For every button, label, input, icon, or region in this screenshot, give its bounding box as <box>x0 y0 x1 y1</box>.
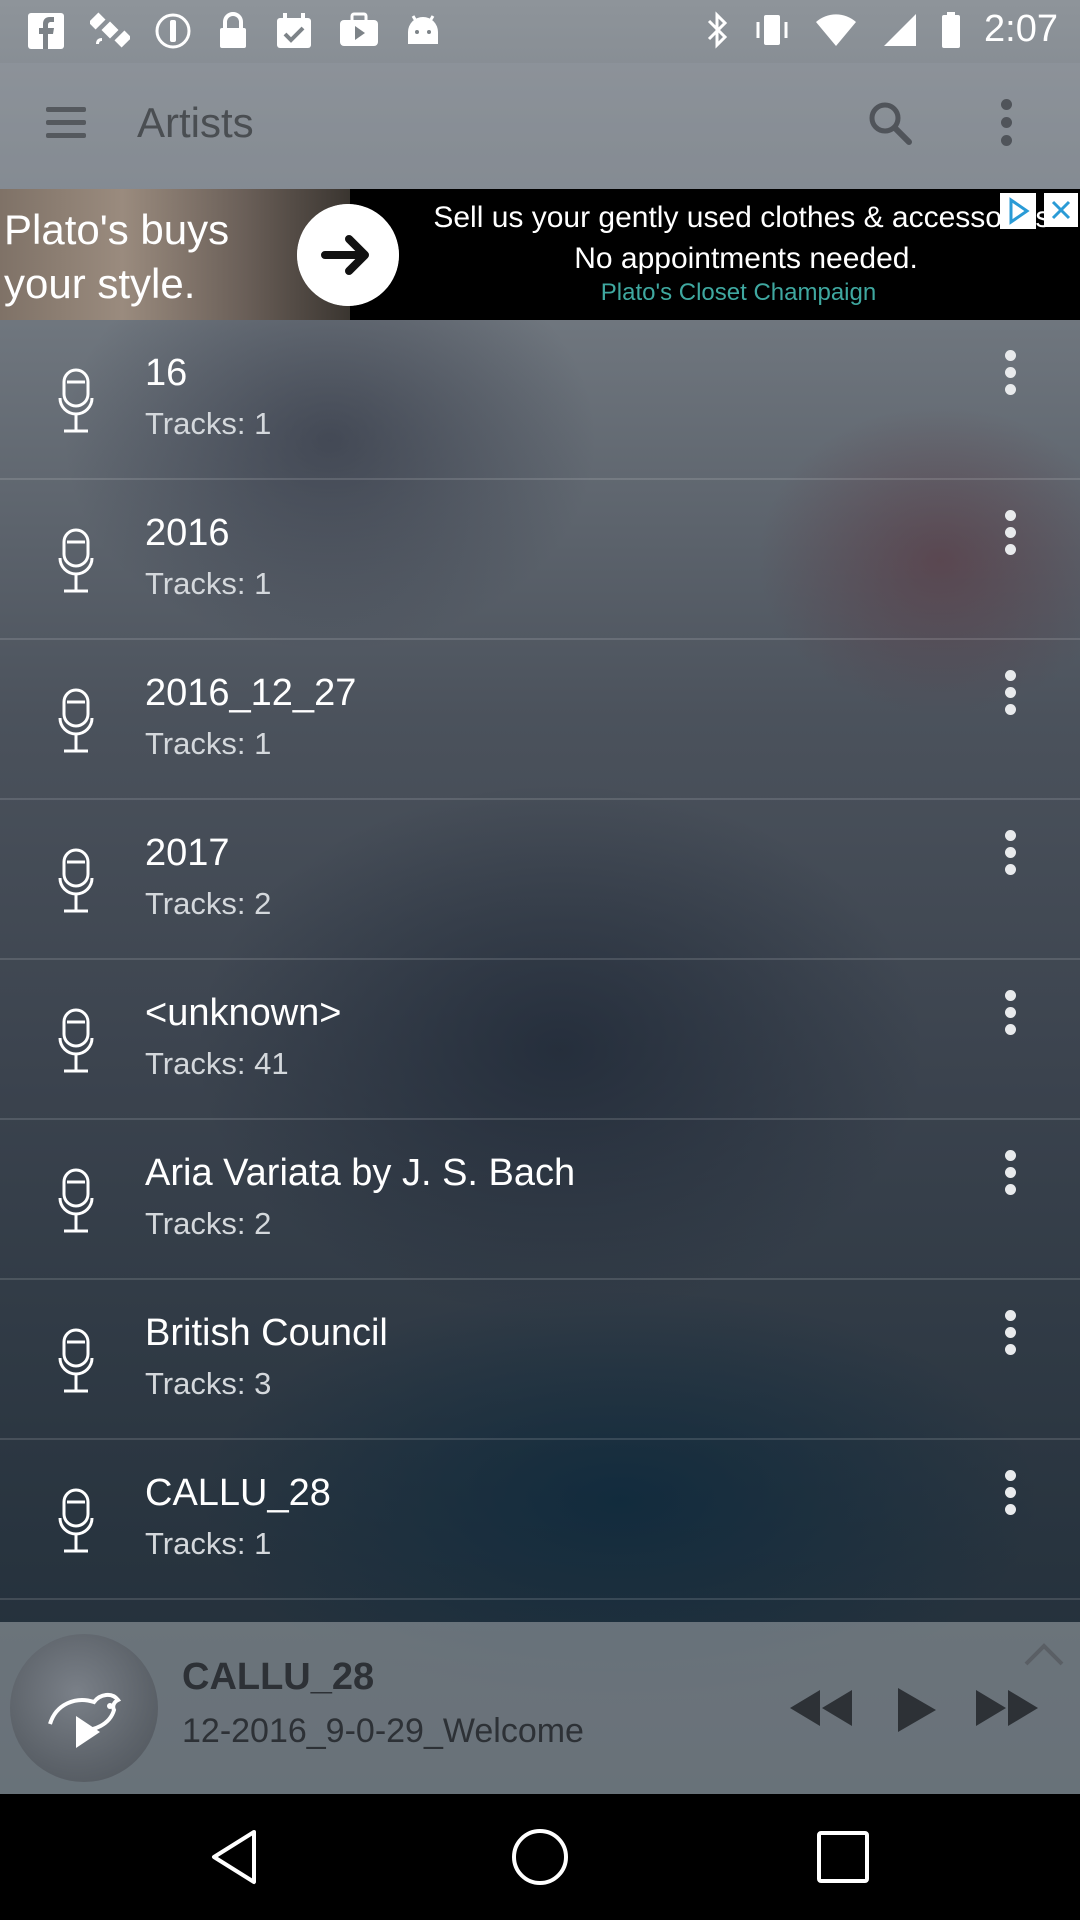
microphone-icon <box>58 848 94 913</box>
list-item[interactable]: British Council Tracks: 3 <box>0 1280 1080 1440</box>
battery-icon <box>942 11 961 48</box>
signal-icon <box>884 13 917 46</box>
item-overflow-icon[interactable] <box>998 830 1022 878</box>
notification-icons <box>26 10 442 52</box>
artist-name: 2016_12_27 <box>145 672 357 714</box>
item-overflow-icon[interactable] <box>998 1310 1022 1358</box>
microphone-icon <box>58 528 94 593</box>
microphone-icon <box>58 1488 94 1553</box>
satellite-icon <box>90 12 130 48</box>
artist-name: <unknown> <box>145 992 342 1034</box>
artist-track-count: Tracks: 2 <box>145 886 272 921</box>
item-overflow-icon[interactable] <box>998 990 1022 1038</box>
microphone-icon <box>58 368 94 433</box>
album-play-icon <box>48 1693 122 1748</box>
list-item[interactable]: <unknown> Tracks: 41 <box>0 960 1080 1120</box>
rewind-icon[interactable] <box>786 1686 856 1730</box>
list-item[interactable]: Aria Variata by J. S. Bach Tracks: 2 <box>0 1120 1080 1280</box>
list-item[interactable]: 16 Tracks: 1 <box>0 320 1080 480</box>
artist-name: 2016 <box>145 512 230 554</box>
bluetooth-icon <box>707 10 728 49</box>
artist-track-count: Tracks: 1 <box>145 566 272 601</box>
now-playing-artist: CALLU_28 <box>182 1656 375 1698</box>
system-icons: 2:07 <box>706 8 1058 51</box>
artist-list: 16 Tracks: 1 2016 Tracks: 1 2016_12_27 T… <box>0 320 1080 1600</box>
chevron-up-icon[interactable] <box>1022 1640 1066 1668</box>
app-screen: 2:07 Artists Plato's buys your style. Se… <box>0 0 1080 1794</box>
artist-name: 2017 <box>145 832 230 874</box>
fast-forward-icon[interactable] <box>972 1686 1042 1730</box>
album-art[interactable] <box>10 1634 158 1782</box>
item-overflow-icon[interactable] <box>998 510 1022 558</box>
artist-name: CALLU_28 <box>145 1472 331 1514</box>
artist-track-count: Tracks: 41 <box>145 1046 289 1081</box>
back-icon[interactable] <box>204 1824 270 1890</box>
status-bar: 2:07 <box>0 0 1080 63</box>
android-icon <box>408 15 438 44</box>
do-not-disturb-icon <box>155 13 191 49</box>
wifi-icon <box>816 13 857 46</box>
home-icon[interactable] <box>507 1824 573 1890</box>
item-overflow-icon[interactable] <box>998 1470 1022 1518</box>
youtube-icon <box>340 12 378 46</box>
play-icon[interactable] <box>894 1686 938 1734</box>
lock-icon <box>220 12 246 48</box>
app-toolbar: Artists <box>0 63 1080 189</box>
ad-source[interactable]: Plato's Closet Champaign <box>426 279 1051 307</box>
now-playing-bar[interactable]: CALLU_28 12-2016_9-0-29_Welcome <box>0 1622 1080 1794</box>
search-icon[interactable] <box>866 99 914 147</box>
list-item[interactable]: 2016 Tracks: 1 <box>0 480 1080 640</box>
microphone-icon <box>58 688 94 753</box>
list-item[interactable]: CALLU_28 Tracks: 1 <box>0 1440 1080 1600</box>
ad-arrow-icon[interactable] <box>297 204 399 306</box>
artist-track-count: Tracks: 3 <box>145 1366 272 1401</box>
item-overflow-icon[interactable] <box>998 350 1022 398</box>
ad-choices-icon[interactable] <box>1000 193 1036 229</box>
vibrate-icon <box>756 14 788 45</box>
artist-name: British Council <box>145 1312 388 1354</box>
ad-body: Sell us your gently used clothes & acces… <box>433 201 1059 275</box>
ad-close-icon[interactable] <box>1044 193 1078 227</box>
microphone-icon <box>58 1168 94 1233</box>
system-nav-bar <box>0 1794 1080 1920</box>
ad-headline: Plato's buys your style. <box>4 206 230 307</box>
microphone-icon <box>58 1008 94 1073</box>
page-title: Artists <box>137 99 254 146</box>
list-item[interactable]: 2017 Tracks: 2 <box>0 800 1080 960</box>
hamburger-menu-icon[interactable] <box>46 107 86 143</box>
ad-banner[interactable]: Plato's buys your style. Sell us your ge… <box>0 189 1080 320</box>
status-clock: 2:07 <box>984 8 1058 50</box>
microphone-icon <box>58 1328 94 1393</box>
list-item[interactable]: 2016_12_27 Tracks: 1 <box>0 640 1080 800</box>
recents-icon[interactable] <box>810 1824 876 1890</box>
artist-track-count: Tracks: 2 <box>145 1206 272 1241</box>
artist-name: 16 <box>145 352 188 394</box>
overflow-menu-icon[interactable] <box>994 99 1018 151</box>
artist-track-count: Tracks: 1 <box>145 726 272 761</box>
now-playing-track: 12-2016_9-0-29_Welcome <box>182 1712 584 1750</box>
artist-name: Aria Variata by J. S. Bach <box>145 1152 576 1194</box>
calendar-check-icon <box>277 13 311 48</box>
item-overflow-icon[interactable] <box>998 1150 1022 1198</box>
artist-track-count: Tracks: 1 <box>145 1526 272 1561</box>
item-overflow-icon[interactable] <box>998 670 1022 718</box>
facebook-icon <box>28 13 64 49</box>
artist-track-count: Tracks: 1 <box>145 406 272 441</box>
